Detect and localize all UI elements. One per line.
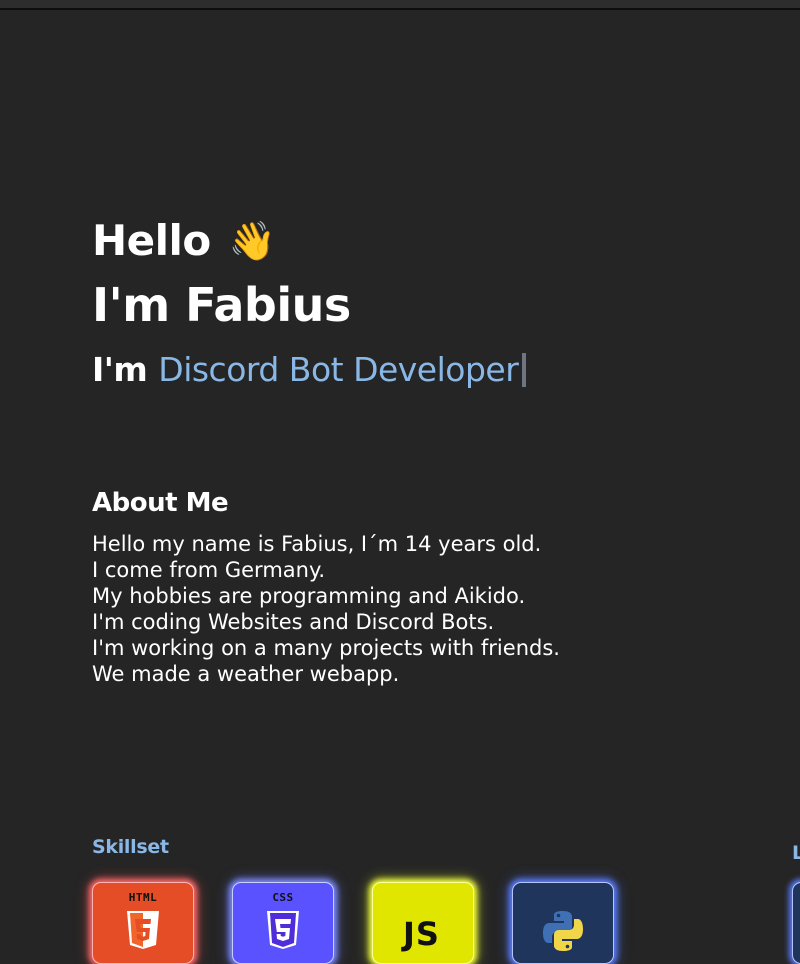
- javascript-icon[interactable]: JS: [372, 882, 474, 964]
- hero-section: Hello 👋 I'm Fabius I'm Discord Bot Devel…: [92, 212, 527, 394]
- waving-hand-icon: 👋: [228, 219, 276, 263]
- python-logo-icon: [543, 911, 583, 951]
- right-section-title: L: [792, 842, 800, 864]
- about-line: Hello my name is Fabius, I´m 14 years ol…: [92, 532, 542, 556]
- hello-text: Hello: [92, 216, 211, 265]
- partial-skill-card[interactable]: [792, 882, 800, 964]
- role-typed-text: Discord Bot Developer: [158, 350, 519, 389]
- skill-label-html: HTML: [128, 891, 158, 904]
- about-line: I'm coding Websites and Discord Bots.: [92, 610, 495, 634]
- html5-icon[interactable]: HTML: [92, 882, 194, 964]
- about-line: I come from Germany.: [92, 558, 326, 582]
- about-line: We made a weather webapp.: [92, 662, 400, 686]
- skill-label-js: JS: [403, 915, 440, 953]
- css3-icon[interactable]: CSS: [232, 882, 334, 964]
- about-title: About Me: [92, 488, 229, 518]
- name-heading: I'm Fabius: [92, 278, 351, 332]
- browser-top-border: [0, 0, 800, 10]
- css3-shield-icon: [267, 911, 299, 949]
- html5-shield-icon: [127, 911, 159, 949]
- about-line: I'm working on a many projects with frie…: [92, 636, 560, 660]
- skill-label-css: CSS: [272, 891, 294, 904]
- typing-caret: [522, 353, 527, 387]
- hello-heading: Hello 👋: [92, 212, 526, 270]
- python-icon[interactable]: [512, 882, 614, 964]
- about-section: About Me Hello my name is Fabius, I´m 14…: [92, 485, 652, 687]
- skillset-title: Skillset: [92, 836, 169, 858]
- role-heading: I'm Discord Bot Developer: [92, 346, 527, 394]
- role-prefix: I'm: [92, 350, 148, 389]
- about-line: My hobbies are programming and Aikido.: [92, 584, 526, 608]
